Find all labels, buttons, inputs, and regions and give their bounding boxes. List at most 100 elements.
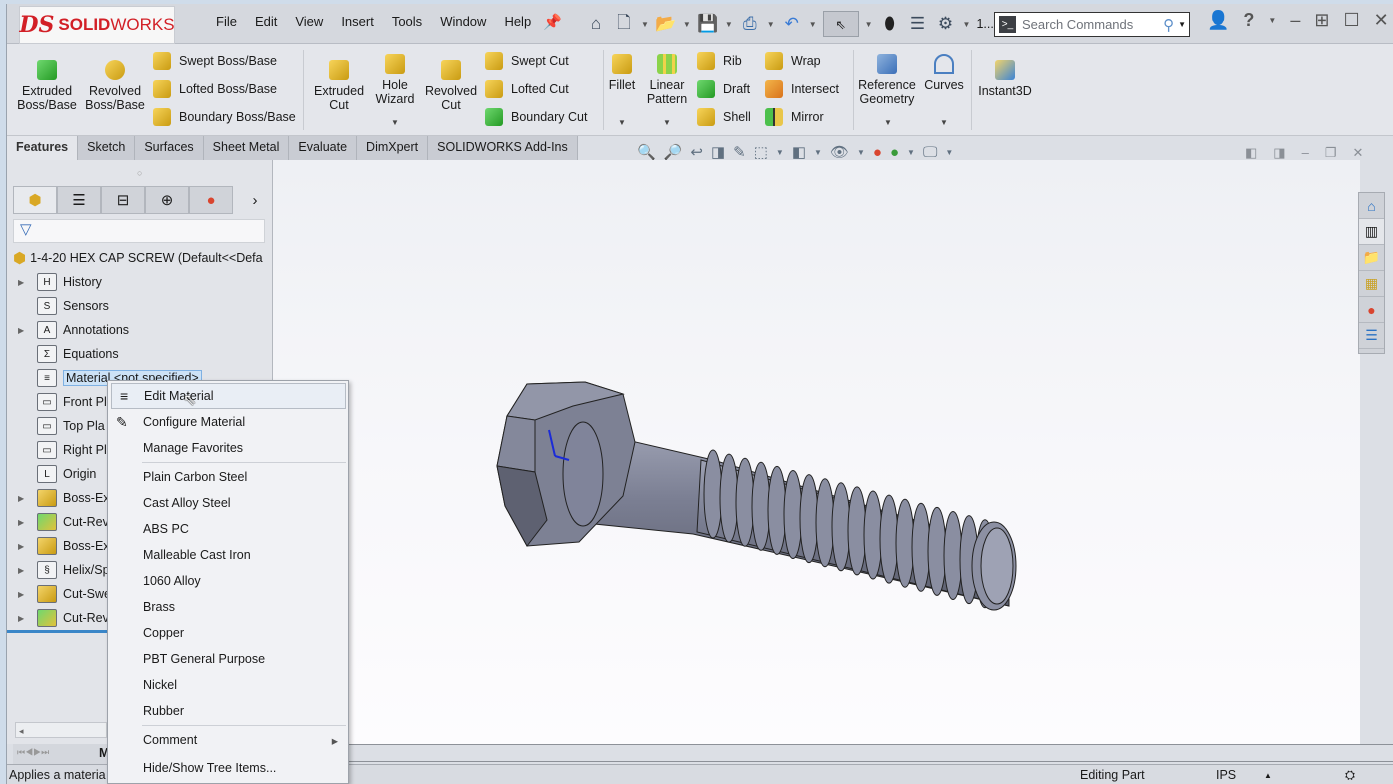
chevron-down-icon[interactable]: ▼ xyxy=(683,20,691,29)
panel-grip-icon[interactable]: ○ xyxy=(137,168,142,178)
previous-view-icon[interactable]: ↩ xyxy=(690,143,703,161)
chevron-right-icon[interactable]: › xyxy=(233,186,277,214)
view-palette-icon[interactable]: ▦ xyxy=(1359,271,1384,297)
tab-nav-arrows-icon[interactable]: ⏮◀▶⏭ xyxy=(17,747,49,757)
shell-button[interactable]: Shell xyxy=(697,108,751,126)
menu-view[interactable]: View xyxy=(286,14,332,29)
chevron-down-icon[interactable]: ▼ xyxy=(963,20,971,29)
lofted-boss-button[interactable]: Lofted Boss/Base xyxy=(153,80,277,98)
custom-properties-icon[interactable]: ☰ xyxy=(1359,323,1384,349)
revolved-cut-button[interactable]: Revolved Cut xyxy=(419,60,483,112)
chevron-down-icon[interactable]: ▼ xyxy=(725,20,733,29)
overflow-label[interactable]: 1... xyxy=(976,17,993,31)
tree-horizontal-scrollbar[interactable]: ◂ xyxy=(15,722,107,738)
menu-edit[interactable]: Edit xyxy=(246,14,286,29)
home-icon[interactable]: ⌂ xyxy=(585,13,607,35)
feature-manager-tab-icon[interactable]: ⬢ xyxy=(13,186,57,214)
display-manager-tab-icon[interactable]: ● xyxy=(189,186,233,214)
search-commands-box[interactable]: >_ Search Commands ⚲ ▼ xyxy=(994,12,1190,37)
fillet-button[interactable]: Fillet xyxy=(605,54,639,92)
search-icon[interactable]: ⚲ xyxy=(1163,16,1174,34)
chevron-down-icon[interactable]: ▼ xyxy=(618,118,626,127)
tab-sketch[interactable]: Sketch xyxy=(78,136,136,160)
expand-arrow-icon[interactable]: ▶ xyxy=(18,590,24,599)
options-gear-icon[interactable]: ⚙ xyxy=(935,13,957,35)
expand-arrow-icon[interactable]: ▶ xyxy=(18,542,24,551)
boundary-boss-button[interactable]: Boundary Boss/Base xyxy=(153,108,296,126)
rebuild-status-icon[interactable]: ⛭ xyxy=(1345,768,1355,783)
tab-surfaces[interactable]: Surfaces xyxy=(135,136,204,160)
menu-window[interactable]: Window xyxy=(431,14,495,29)
expand-arrow-icon[interactable]: ▶ xyxy=(18,494,24,503)
tree-item[interactable]: ▶ A Annotations xyxy=(7,318,273,342)
chevron-down-icon[interactable]: ▼ xyxy=(940,118,948,127)
close-icon[interactable]: ✕ xyxy=(1374,10,1389,31)
configuration-manager-tab-icon[interactable]: ⊟ xyxy=(101,186,145,214)
tab-add-ins[interactable]: SOLIDWORKS Add-Ins xyxy=(428,136,578,160)
design-library-icon[interactable]: ▥ xyxy=(1359,219,1384,245)
zoom-to-fit-icon[interactable]: 🔍 xyxy=(637,143,656,161)
maximize-icon[interactable]: ☐ xyxy=(1343,10,1359,31)
pin-icon[interactable]: 📌 xyxy=(543,13,562,31)
material-option[interactable]: Malleable Cast Iron xyxy=(108,542,348,568)
comment-item[interactable]: Comment ▸ xyxy=(108,727,348,753)
display-style-icon[interactable]: ◧ xyxy=(792,143,806,161)
intersect-button[interactable]: Intersect xyxy=(765,80,839,98)
swept-boss-button[interactable]: Swept Boss/Base xyxy=(153,52,277,70)
minimize-icon[interactable]: – xyxy=(1290,10,1300,31)
chevron-down-icon[interactable]: ▼ xyxy=(776,148,784,157)
chevron-down-icon[interactable]: ▼ xyxy=(865,20,873,29)
doc-minimize-icon[interactable]: – xyxy=(1302,145,1309,161)
chevron-down-icon[interactable]: ▼ xyxy=(767,20,775,29)
material-option[interactable]: Cast Alloy Steel xyxy=(108,490,348,516)
tab-sheet-metal[interactable]: Sheet Metal xyxy=(203,136,290,160)
chevron-down-icon[interactable]: ▼ xyxy=(1268,16,1276,25)
hex-cap-screw-model[interactable] xyxy=(273,160,1360,744)
property-manager-tab-icon[interactable]: ☰ xyxy=(57,186,101,214)
edit-appearance-icon[interactable]: ● xyxy=(873,144,882,161)
file-explorer-icon[interactable]: 📁 xyxy=(1359,245,1384,271)
help-icon[interactable]: ? xyxy=(1243,10,1254,31)
configure-material-item[interactable]: ✎ Configure Material xyxy=(108,409,348,435)
swept-cut-button[interactable]: Swept Cut xyxy=(485,52,569,70)
apply-scene-icon[interactable]: ● xyxy=(890,144,899,161)
edit-material-item[interactable]: ≡ Edit Material xyxy=(111,383,346,409)
extruded-boss-button[interactable]: Extruded Boss/Base xyxy=(15,60,79,112)
menu-insert[interactable]: Insert xyxy=(332,14,383,29)
chevron-down-icon[interactable]: ▼ xyxy=(1178,20,1186,29)
rib-button[interactable]: Rib xyxy=(697,52,742,70)
dynamic-annotation-icon[interactable]: ✎ xyxy=(733,143,746,161)
menu-file[interactable]: File xyxy=(207,14,246,29)
menu-help[interactable]: Help xyxy=(495,14,540,29)
tile-icon[interactable]: ⊞ xyxy=(1314,10,1329,31)
doc-close-icon[interactable]: ✕ xyxy=(1352,145,1363,161)
material-option[interactable]: PBT General Purpose xyxy=(108,646,348,672)
chevron-down-icon[interactable]: ▼ xyxy=(945,148,953,157)
view-orientation-icon[interactable]: ⬚ xyxy=(754,143,768,161)
tab-evaluate[interactable]: Evaluate xyxy=(289,136,358,160)
chevron-up-icon[interactable]: ▲ xyxy=(1264,771,1272,780)
tab-features[interactable]: Features xyxy=(7,136,79,160)
chevron-down-icon[interactable]: ▼ xyxy=(857,148,865,157)
doc-restore-icon[interactable]: ❐ xyxy=(1325,145,1337,161)
zoom-to-area-icon[interactable]: 🔎 xyxy=(664,143,683,161)
chevron-down-icon[interactable]: ▼ xyxy=(391,118,399,127)
panel-right-icon[interactable]: ◨ xyxy=(1273,145,1285,161)
material-option[interactable]: 1060 Alloy xyxy=(108,568,348,594)
tree-root-part[interactable]: ⬢ 1-4-20 HEX CAP SCREW (Default<<Defa xyxy=(7,246,273,270)
expand-arrow-icon[interactable]: ▶ xyxy=(18,278,24,287)
section-view-icon[interactable]: ◨ xyxy=(711,143,725,161)
expand-arrow-icon[interactable]: ▶ xyxy=(18,326,24,335)
hole-wizard-button[interactable]: Hole Wizard xyxy=(365,54,425,106)
tab-dimxpert[interactable]: DimXpert xyxy=(357,136,429,160)
units-selector[interactable]: IPS xyxy=(1216,768,1236,782)
undo-icon[interactable]: ↶ xyxy=(781,13,803,35)
mirror-button[interactable]: Mirror xyxy=(765,108,824,126)
expand-arrow-icon[interactable]: ▶ xyxy=(18,614,24,623)
user-icon[interactable]: 👤 xyxy=(1207,10,1229,31)
hide-show-tree-items-item[interactable]: Hide/Show Tree Items... xyxy=(108,755,348,781)
dimxpert-manager-tab-icon[interactable]: ⊕ xyxy=(145,186,189,214)
chevron-down-icon[interactable]: ▼ xyxy=(641,20,649,29)
extruded-cut-button[interactable]: Extruded Cut xyxy=(307,60,371,112)
chevron-down-icon[interactable]: ▼ xyxy=(907,148,915,157)
